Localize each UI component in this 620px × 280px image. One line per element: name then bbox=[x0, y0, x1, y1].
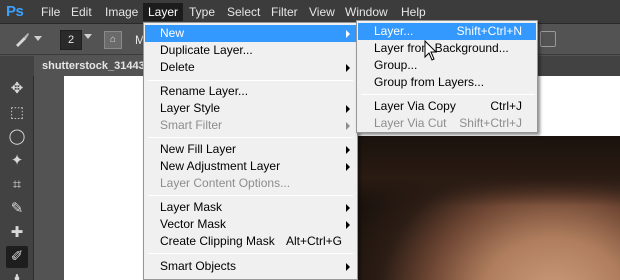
brush-preset-dropdown-icon[interactable] bbox=[34, 36, 42, 41]
menu-item-shortcut: Alt+Ctrl+G bbox=[285, 234, 342, 248]
menu-item-label: Layer Mask bbox=[160, 200, 223, 214]
menu-separator bbox=[148, 253, 353, 254]
menu-separator bbox=[361, 94, 535, 95]
submenu-item-label: Group from Layers... bbox=[374, 75, 485, 89]
menu-item-new-adjustment-layer[interactable]: New Adjustment Layer bbox=[145, 158, 356, 175]
healing-brush-icon[interactable]: ✚ bbox=[6, 222, 28, 244]
menu-item-label: Smart Objects bbox=[160, 259, 237, 273]
menu-item-smart-filter: Smart Filter bbox=[145, 117, 356, 134]
menu-item-label: Create Clipping Mask bbox=[160, 234, 275, 248]
submenu-item-shortcut: Ctrl+J bbox=[490, 99, 522, 113]
menu-filter[interactable]: Filter bbox=[266, 3, 303, 21]
menu-item-label: Duplicate Layer... bbox=[160, 43, 253, 57]
menu-item-label: Vector Mask bbox=[160, 217, 227, 231]
submenu-item-label: Layer Via Cut bbox=[374, 116, 447, 130]
submenu-item-layer[interactable]: Layer... Shift+Ctrl+N bbox=[358, 23, 536, 40]
submenu-item-layer-via-copy[interactable]: Layer Via Copy Ctrl+J bbox=[358, 98, 536, 115]
submenu-item-group-from-layers[interactable]: Group from Layers... bbox=[358, 74, 536, 91]
submenu-arrow-icon bbox=[346, 263, 350, 271]
menu-item-label: Rename Layer... bbox=[160, 84, 249, 98]
submenu-arrow-icon bbox=[346, 221, 350, 229]
tools-panel: ✥ ⬚ ◯ ✦ ⌗ ✎ ✚ ✐ ♟ bbox=[0, 56, 34, 280]
marquee-tool-icon[interactable]: ⬚ bbox=[6, 102, 28, 124]
submenu-item-shortcut: Shift+Ctrl+N bbox=[456, 24, 522, 38]
submenu-item-layer-from-background[interactable]: Layer from Background... bbox=[358, 40, 536, 57]
menu-item-label: New bbox=[160, 26, 185, 40]
photoshop-logo-icon: Ps bbox=[6, 3, 24, 20]
menu-item-new-fill-layer[interactable]: New Fill Layer bbox=[145, 141, 356, 158]
menu-item-duplicate-layer[interactable]: Duplicate Layer... bbox=[145, 42, 356, 59]
menu-image[interactable]: Image bbox=[100, 3, 143, 21]
submenu-item-label: Layer from Background... bbox=[374, 41, 509, 55]
menu-select[interactable]: Select bbox=[222, 3, 265, 21]
menu-item-layer-mask[interactable]: Layer Mask bbox=[145, 199, 356, 216]
brush-size-field[interactable]: 2 bbox=[60, 30, 82, 50]
menu-item-delete[interactable]: Delete bbox=[145, 59, 356, 76]
stamp-tool-icon[interactable]: ♟ bbox=[6, 270, 28, 280]
menu-separator bbox=[148, 137, 353, 138]
menu-edit[interactable]: Edit bbox=[66, 3, 97, 21]
submenu-arrow-icon bbox=[346, 146, 350, 154]
eyedropper-icon[interactable]: ✎ bbox=[6, 198, 28, 220]
brush-preset-icon[interactable] bbox=[14, 31, 30, 50]
menu-window[interactable]: Window bbox=[340, 3, 393, 21]
brush-size-chevron-down-icon[interactable] bbox=[84, 34, 92, 39]
menu-item-vector-mask[interactable]: Vector Mask bbox=[145, 216, 356, 233]
brush-tool-icon[interactable]: ✐ bbox=[6, 246, 28, 268]
layer-dropdown-menu: New Duplicate Layer... Delete Rename Lay… bbox=[143, 22, 358, 280]
menu-item-label: Layer Content Options... bbox=[160, 176, 291, 190]
menu-help[interactable]: Help bbox=[396, 3, 431, 21]
move-tool-icon[interactable]: ✥ bbox=[6, 78, 28, 100]
submenu-arrow-icon bbox=[346, 64, 350, 72]
submenu-item-label: Layer... bbox=[374, 24, 414, 38]
document-tab[interactable]: shutterstock_3144379 bbox=[34, 56, 144, 76]
submenu-arrow-icon bbox=[346, 163, 350, 171]
menu-item-label: Smart Filter bbox=[160, 118, 223, 132]
menu-item-label: New Fill Layer bbox=[160, 142, 237, 156]
menu-layer[interactable]: Layer bbox=[143, 3, 184, 21]
menu-item-label: Delete bbox=[160, 60, 195, 74]
menu-view[interactable]: View bbox=[304, 3, 340, 21]
menu-type[interactable]: Type bbox=[184, 3, 220, 21]
menu-separator bbox=[148, 80, 353, 81]
menu-item-rename-layer[interactable]: Rename Layer... bbox=[145, 83, 356, 100]
menu-item-create-clipping-mask[interactable]: Create Clipping Mask Alt+Ctrl+G bbox=[145, 233, 356, 250]
brush-panel-icon[interactable]: ⌂ bbox=[104, 31, 122, 49]
menu-separator bbox=[148, 195, 353, 196]
menu-file[interactable]: File bbox=[36, 3, 65, 21]
pressure-toggle-icon[interactable] bbox=[540, 31, 556, 47]
menu-item-smart-objects[interactable]: Smart Objects bbox=[145, 258, 356, 275]
menu-item-layer-content-options: Layer Content Options... bbox=[145, 175, 356, 192]
submenu-item-label: Group... bbox=[374, 58, 418, 72]
submenu-arrow-icon bbox=[346, 122, 350, 130]
magic-wand-icon[interactable]: ✦ bbox=[6, 150, 28, 172]
submenu-arrow-icon bbox=[346, 105, 350, 113]
submenu-item-group[interactable]: Group... bbox=[358, 57, 536, 74]
submenu-item-shortcut: Shift+Ctrl+J bbox=[459, 116, 522, 130]
menu-item-layer-style[interactable]: Layer Style bbox=[145, 100, 356, 117]
crop-tool-icon[interactable]: ⌗ bbox=[6, 174, 28, 196]
menu-item-label: Layer Style bbox=[160, 101, 221, 115]
menu-item-label: New Adjustment Layer bbox=[160, 159, 281, 173]
submenu-arrow-icon bbox=[346, 30, 350, 38]
new-submenu: Layer... Shift+Ctrl+N Layer from Backgro… bbox=[356, 20, 538, 133]
mouse-cursor-icon bbox=[424, 40, 438, 61]
submenu-item-layer-via-cut: Layer Via Cut Shift+Ctrl+J bbox=[358, 115, 536, 132]
lasso-tool-icon[interactable]: ◯ bbox=[6, 126, 28, 148]
submenu-item-label: Layer Via Copy bbox=[374, 99, 456, 113]
submenu-arrow-icon bbox=[346, 204, 350, 212]
menu-item-new[interactable]: New bbox=[145, 25, 356, 42]
photo-hair-region bbox=[356, 136, 620, 206]
